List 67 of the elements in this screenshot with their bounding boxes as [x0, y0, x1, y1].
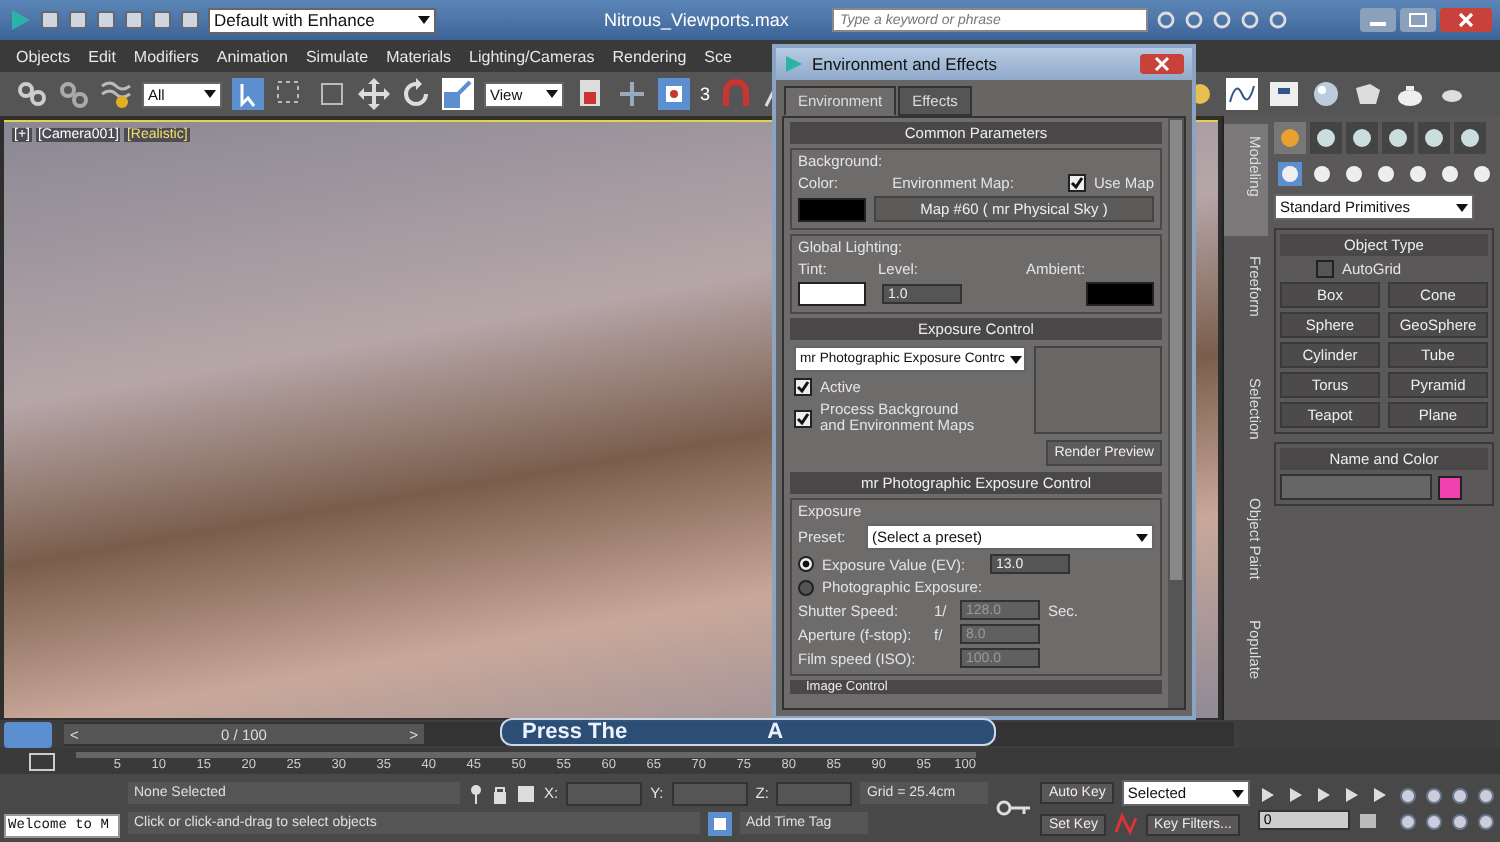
dialog-title: Environment and Effects [812, 54, 999, 74]
time-tag-icon[interactable] [708, 811, 732, 835]
coordinate-field[interactable] [566, 781, 643, 805]
coordinate-field[interactable] [776, 781, 853, 805]
checkbox[interactable] [1067, 174, 1086, 192]
move-icon[interactable] [358, 78, 390, 110]
caret-icon[interactable] [204, 90, 216, 98]
pin-icon[interactable] [468, 783, 484, 803]
caret-icon[interactable] [1010, 355, 1023, 363]
name-field[interactable] [1280, 474, 1432, 500]
scrollbar[interactable] [1168, 118, 1184, 708]
play-icon[interactable] [1313, 786, 1334, 804]
menu-item[interactable]: Objects [16, 47, 71, 65]
radio-button[interactable] [798, 579, 814, 595]
color-swatch[interactable] [1438, 475, 1462, 499]
maximize-icon[interactable] [1400, 8, 1436, 32]
manipulate-icon[interactable] [616, 78, 648, 110]
coordinate-field[interactable] [671, 781, 748, 805]
minimize-icon[interactable] [1360, 8, 1396, 32]
next-frame-icon[interactable] [1341, 786, 1362, 804]
menu-item[interactable]: Rendering [612, 47, 687, 65]
time-config-icon[interactable] [1357, 811, 1378, 829]
mini-listener-button[interactable] [4, 721, 52, 747]
menu-item[interactable]: Simulate [305, 47, 369, 65]
radio-button[interactable] [798, 556, 814, 572]
keyboard-shortcut-icon[interactable] [658, 78, 690, 110]
scale-icon[interactable] [442, 78, 474, 110]
menu-item[interactable]: Sce [704, 47, 732, 65]
close-icon[interactable] [1440, 8, 1492, 32]
caret-icon[interactable] [1136, 533, 1148, 541]
lock-icon[interactable] [492, 783, 508, 803]
link-icon[interactable] [16, 78, 48, 110]
pivot-icon[interactable] [574, 78, 606, 110]
color-swatch[interactable] [1086, 282, 1154, 306]
material-editor-icon[interactable] [1310, 78, 1343, 110]
sphere-icon[interactable] [1278, 162, 1302, 186]
menu-item[interactable]: Materials [386, 47, 452, 65]
color-swatch[interactable] [798, 282, 866, 306]
caret-icon[interactable] [418, 16, 430, 24]
bind-icon[interactable] [100, 78, 132, 110]
caret-icon[interactable] [1456, 203, 1468, 211]
menu-item[interactable]: Lighting/Cameras [469, 47, 595, 65]
color-swatch[interactable] [798, 197, 866, 221]
overlay-key: A [767, 720, 784, 744]
absolute-mode-icon[interactable] [516, 783, 536, 803]
rotate-icon[interactable] [400, 78, 432, 110]
menu-item[interactable]: Animation [216, 47, 288, 65]
select-window-icon[interactable] [316, 78, 348, 110]
close-icon[interactable] [1140, 54, 1184, 74]
workspace-dropdown[interactable]: Default with Enhance [208, 7, 436, 33]
app-logo-icon [8, 8, 32, 32]
schematic-view-icon[interactable] [1268, 78, 1301, 110]
window-title: Nitrous_Viewports.max [604, 10, 791, 30]
preview-area [1034, 346, 1162, 434]
checkbox[interactable] [1316, 260, 1334, 278]
menu-item[interactable]: Modifiers [133, 47, 199, 65]
overlay-text: Press The [522, 720, 628, 744]
menu-item[interactable]: Edit [88, 47, 116, 65]
checkbox[interactable] [794, 378, 812, 396]
caret-icon[interactable] [546, 90, 558, 98]
snap-toggle-label[interactable]: 3 [700, 84, 711, 104]
scroll-thumb[interactable] [1170, 120, 1182, 580]
caret-icon[interactable] [1231, 789, 1244, 797]
select-object-icon[interactable] [232, 78, 264, 110]
checkbox[interactable] [794, 409, 812, 428]
unlink-icon[interactable] [58, 78, 90, 110]
curve-editor-icon[interactable] [1226, 78, 1259, 110]
